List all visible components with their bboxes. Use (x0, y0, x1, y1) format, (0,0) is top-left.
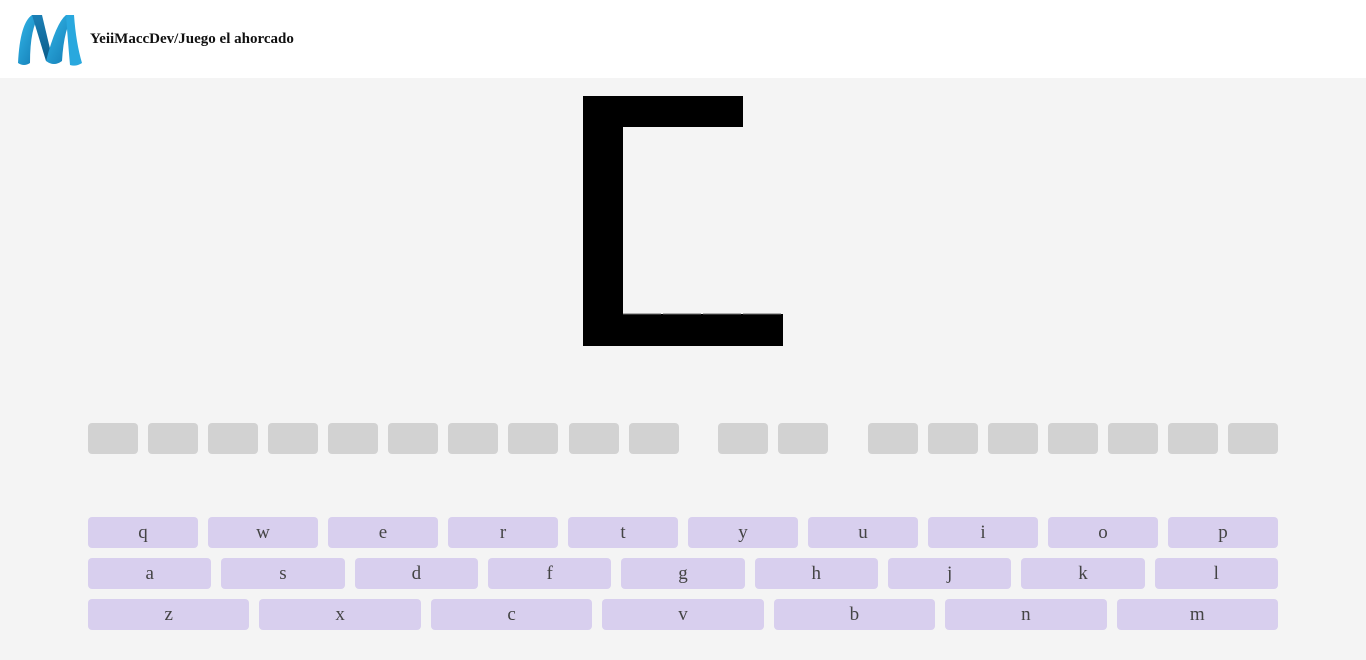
keyboard-row: asdfghjkl (88, 558, 1278, 589)
letter-slot (868, 423, 918, 454)
key-s[interactable]: s (221, 558, 345, 589)
key-m[interactable]: m (1116, 599, 1278, 630)
key-u[interactable]: u (808, 517, 918, 548)
letter-slot (448, 423, 498, 454)
key-p[interactable]: p (1168, 517, 1278, 548)
key-q[interactable]: q (88, 517, 198, 548)
letter-slot (1108, 423, 1158, 454)
key-i[interactable]: i (928, 517, 1038, 548)
gallows-post (583, 96, 623, 346)
letter-slot (148, 423, 198, 454)
key-d[interactable]: d (354, 558, 478, 589)
key-n[interactable]: n (945, 599, 1107, 630)
letter-slot (1048, 423, 1098, 454)
key-w[interactable]: w (208, 517, 318, 548)
key-o[interactable]: o (1048, 517, 1158, 548)
key-k[interactable]: k (1021, 558, 1145, 589)
letter-slot (328, 423, 378, 454)
gallows-drawing (583, 96, 783, 346)
letter-slot (268, 423, 318, 454)
letter-slot (778, 423, 828, 454)
letter-slot (928, 423, 978, 454)
key-c[interactable]: c (430, 599, 593, 630)
letter-slot (988, 423, 1038, 454)
key-f[interactable]: f (487, 558, 612, 589)
letter-slot (569, 423, 619, 454)
key-v[interactable]: v (602, 599, 764, 630)
letter-slot (388, 423, 438, 454)
key-b[interactable]: b (773, 599, 936, 630)
key-x[interactable]: x (259, 599, 421, 630)
key-g[interactable]: g (621, 558, 745, 589)
letter-slot (629, 423, 679, 454)
letter-slot (1168, 423, 1218, 454)
keyboard-row: zxcvbnm (88, 599, 1278, 630)
letter-slot (508, 423, 558, 454)
letter-slot (208, 423, 258, 454)
keyboard-row: qwertyuiop (88, 517, 1278, 548)
gallows-base (583, 314, 783, 346)
word-slots (0, 423, 1366, 454)
key-z[interactable]: z (88, 599, 250, 630)
letter-slot (718, 423, 768, 454)
key-r[interactable]: r (448, 517, 558, 548)
key-y[interactable]: y (688, 517, 798, 548)
key-l[interactable]: l (1154, 558, 1278, 589)
key-h[interactable]: h (754, 558, 878, 589)
key-e[interactable]: e (328, 517, 438, 548)
letter-slot (1228, 423, 1278, 454)
letter-slot (88, 423, 138, 454)
key-t[interactable]: t (568, 517, 678, 548)
key-j[interactable]: j (887, 558, 1012, 589)
key-a[interactable]: a (88, 558, 212, 589)
